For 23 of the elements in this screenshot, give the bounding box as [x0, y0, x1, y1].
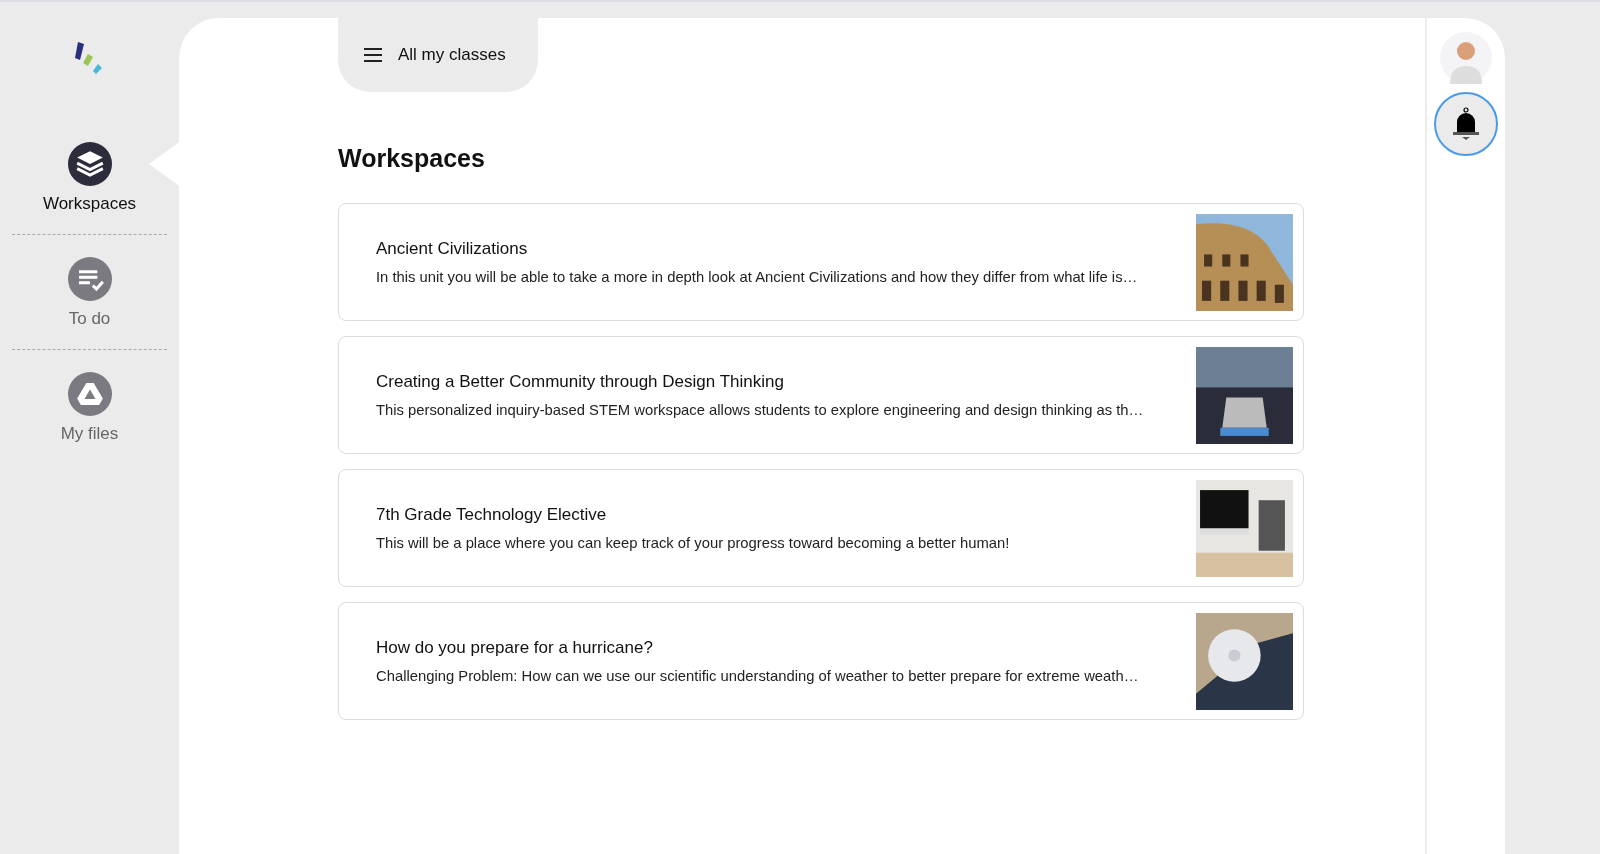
- workspace-card[interactable]: 7th Grade Technology Elective This will be a place where you can keep track of your progress toward becoming a better human!: [338, 469, 1304, 587]
- workspace-description: In this unit you will be able to take a more in depth look at Ancient Civilizations and how they differ from what life is…: [376, 269, 1139, 285]
- drive-icon: [67, 372, 112, 416]
- workspace-title: Ancient Civilizations: [376, 239, 529, 259]
- page-heading: Workspaces: [338, 144, 485, 173]
- notifications-button[interactable]: [1434, 92, 1498, 156]
- workspace-card[interactable]: How do you prepare for a hurricane? Challenging Problem: How can we use our scientific understanding of weather to better prepare for extreme weath…: [338, 602, 1304, 720]
- workspace-card[interactable]: Creating a Better Community through Design Thinking This personalized inquiry-based STEM workspace allows students to explore engineering and design thinking as th…: [338, 336, 1304, 454]
- bell-icon: [1451, 107, 1481, 141]
- workspace-description: Challenging Problem: How can we use our scientific understanding of weather to better prepare for extreme weath…: [376, 668, 1140, 684]
- workspace-title: Creating a Better Community through Design Thinking: [376, 372, 785, 392]
- workspace-card[interactable]: Ancient Civilizations In this unit you will be able to take a more in depth look at Ancient Civilizations and how they differ from what life is…: [338, 203, 1304, 321]
- workspace-title: How do you prepare for a hurricane?: [376, 638, 654, 658]
- workspace-title: 7th Grade Technology Elective: [376, 505, 608, 525]
- sidebar-item[interactable]: My files: [12, 372, 167, 464]
- sidebar-item[interactable]: Workspaces: [12, 142, 167, 235]
- layers-icon: [67, 142, 112, 186]
- menu-icon: [364, 48, 382, 62]
- workspace-description: This will be a place where you can keep track of your progress toward becoming a better human!: [376, 535, 1011, 551]
- todo-icon: [67, 257, 112, 301]
- workspace-description: This personalized inquiry-based STEM workspace allows students to explore engineering and design thinking as th…: [376, 402, 1145, 418]
- sidebar-item[interactable]: To do: [12, 257, 167, 350]
- class-switcher-button[interactable]: All my classes: [338, 18, 538, 92]
